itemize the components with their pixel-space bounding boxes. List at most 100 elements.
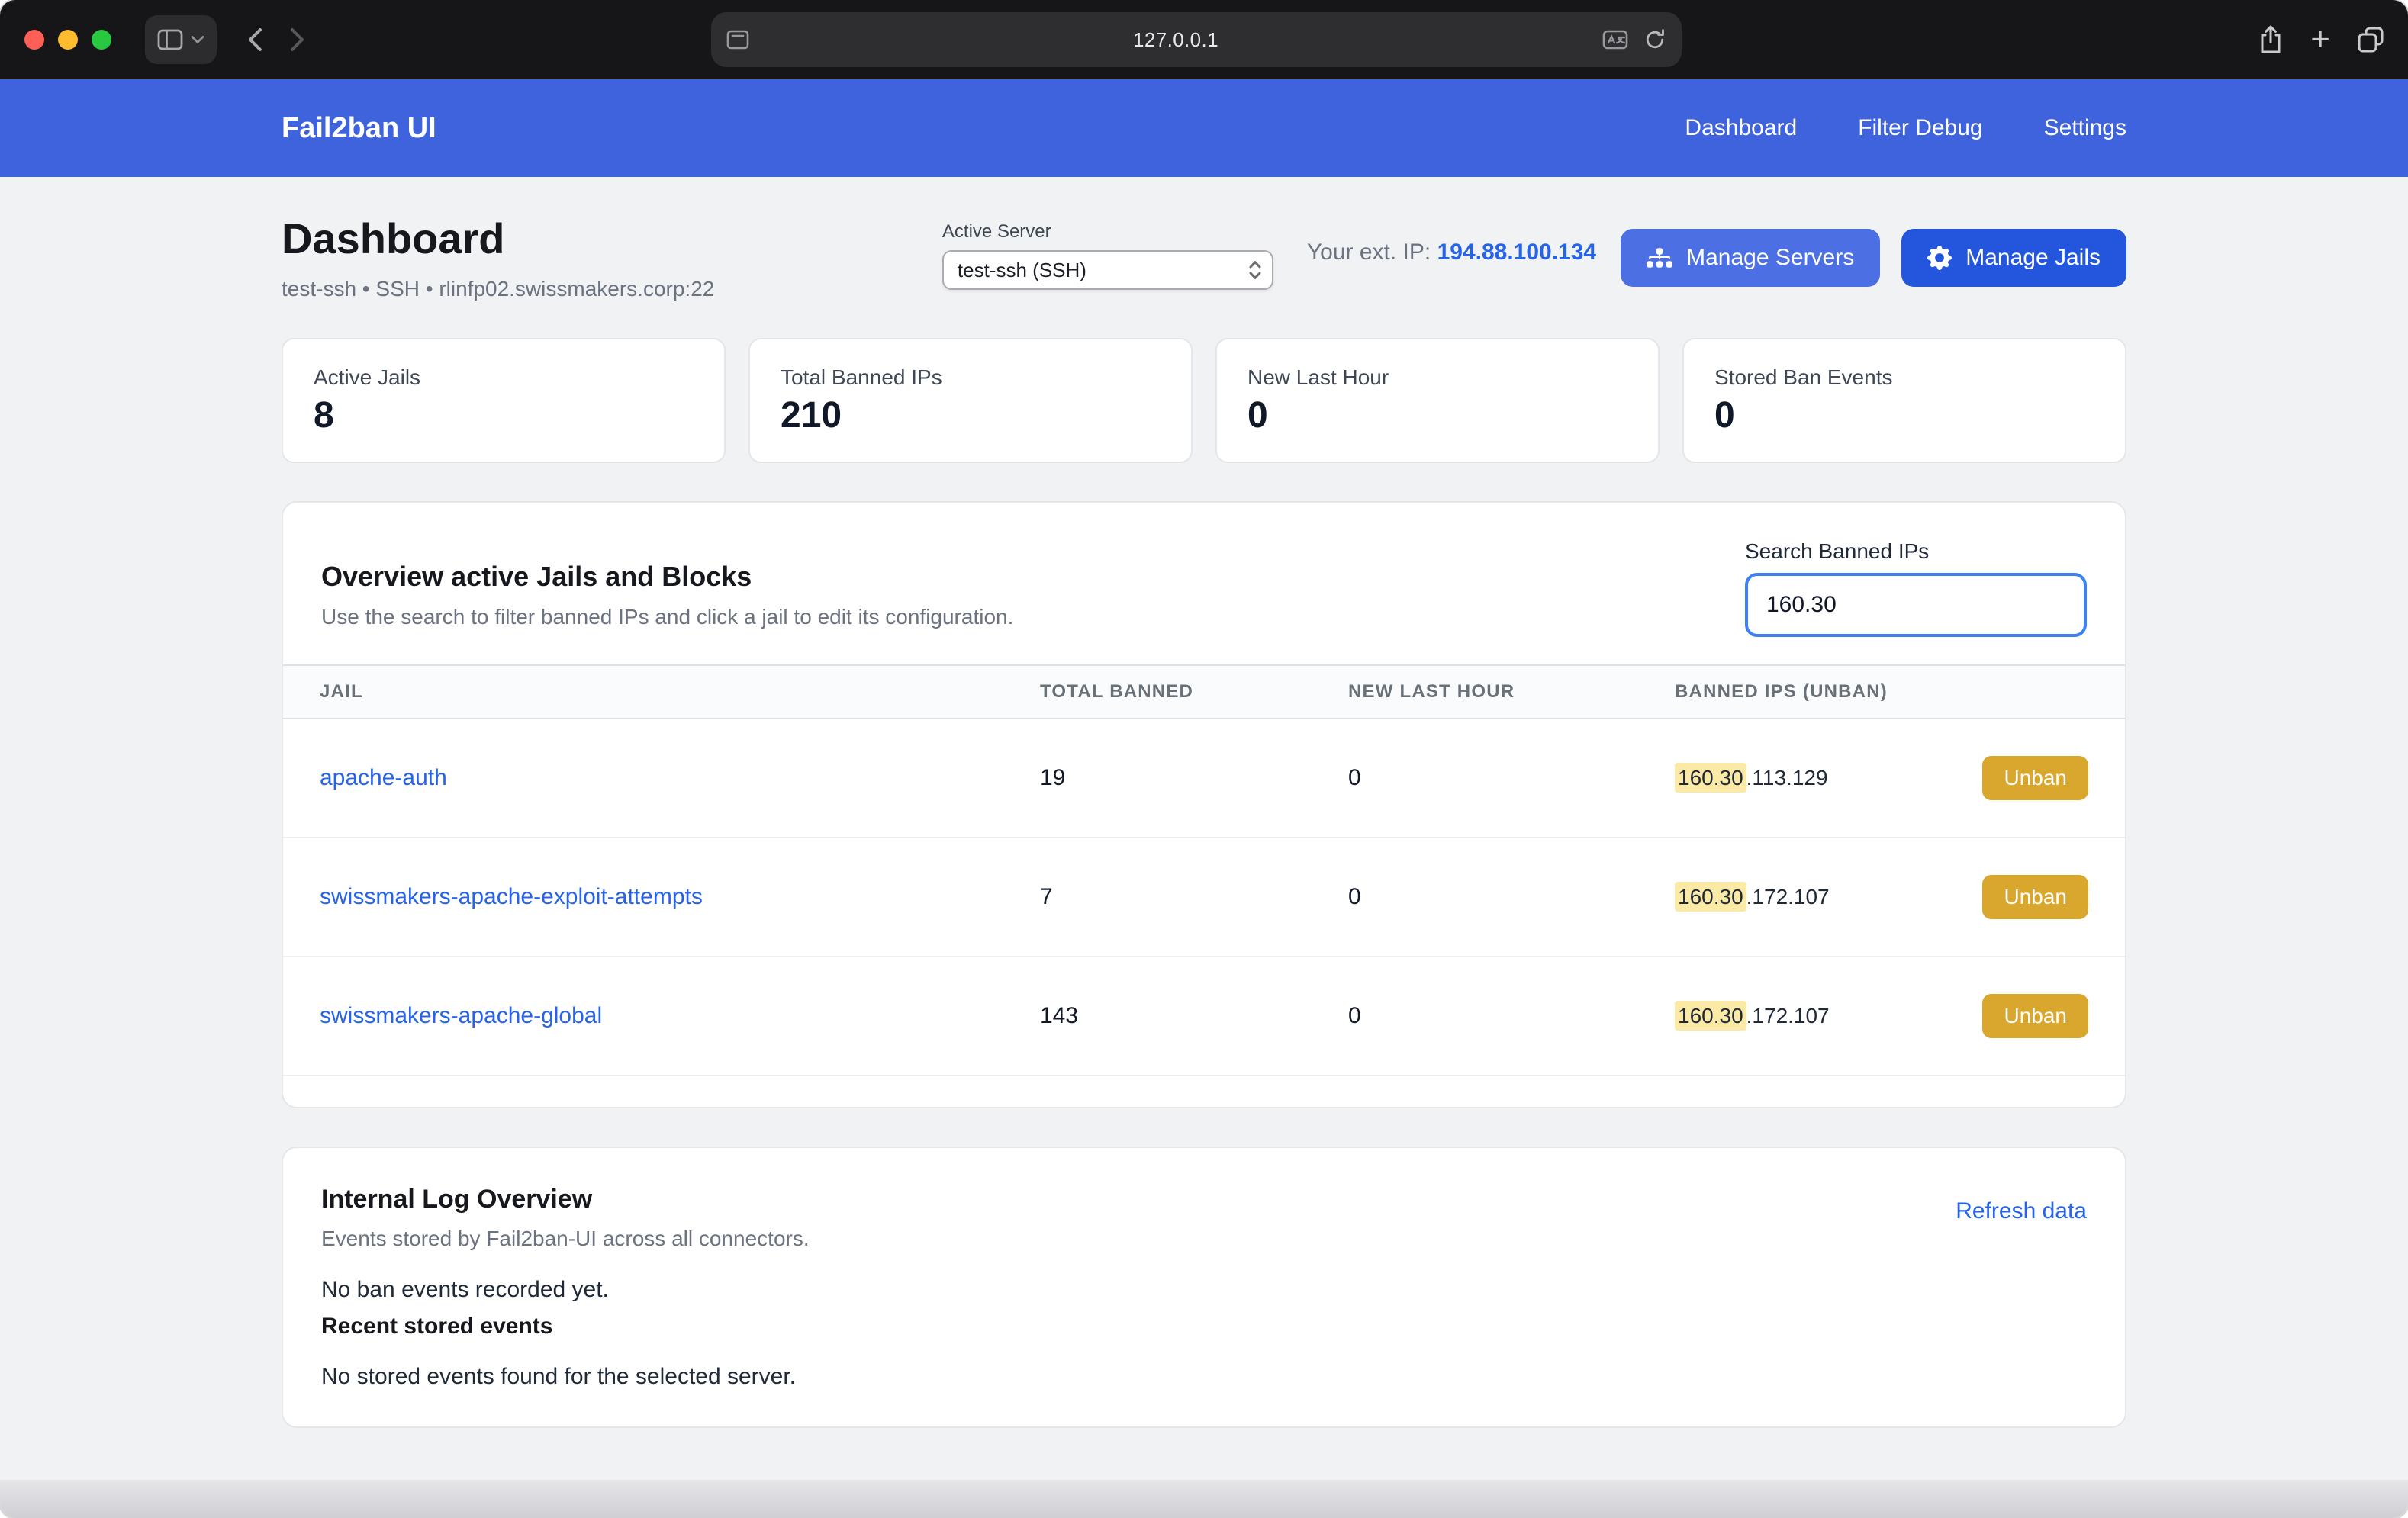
banned-ip: 160.30.113.129	[1675, 766, 1828, 790]
tab-overview-button[interactable]	[2358, 15, 2384, 64]
share-icon	[2258, 25, 2283, 54]
banned-ip: 160.30.172.107	[1675, 1004, 1830, 1028]
manage-jails-button[interactable]: Manage Jails	[1901, 229, 2126, 287]
nav-links: Dashboard Filter Debug Settings	[1685, 115, 2126, 141]
table-row: swissmakers-apache-exploit-attempts 7 0 …	[283, 838, 2125, 957]
ip-rest: .172.107	[1746, 885, 1830, 909]
stat-label: New Last Hour	[1247, 365, 1627, 390]
page-header: Dashboard test-ssh • SSH • rlinfp02.swis…	[282, 214, 2126, 301]
traffic-lights	[24, 30, 111, 50]
brand-logo[interactable]: Fail2ban UI	[282, 112, 436, 145]
header-new-last-hour: NEW LAST HOUR	[1312, 665, 1638, 719]
gear-icon	[1927, 246, 1952, 270]
stat-value: 210	[781, 394, 1161, 436]
browser-chrome: 127.0.0.1 +	[0, 0, 2408, 79]
recent-stored-events-title: Recent stored events	[321, 1314, 2087, 1340]
stat-value: 8	[314, 394, 694, 436]
page-content: Dashboard test-ssh • SSH • rlinfp02.swis…	[0, 177, 2408, 1518]
banned-ip: 160.30.172.107	[1675, 885, 1830, 909]
back-button[interactable]	[247, 15, 262, 64]
total-banned-cell: 19	[1003, 719, 1312, 838]
recent-stored-events-empty: No stored events found for the selected …	[321, 1364, 2087, 1390]
sidebar-icon	[157, 28, 183, 51]
jail-link[interactable]: swissmakers-apache-exploit-attempts	[320, 884, 703, 909]
zoom-window-button[interactable]	[92, 30, 111, 50]
manage-jails-label: Manage Jails	[1965, 245, 2101, 271]
page-subtitle: test-ssh • SSH • rlinfp02.swissmakers.co…	[282, 277, 921, 301]
header-banned-ips: BANNED IPS (UNBAN)	[1638, 665, 2125, 719]
header-total-banned: TOTAL BANNED	[1003, 665, 1312, 719]
jail-link[interactable]: apache-auth	[320, 765, 447, 790]
log-subtitle: Events stored by Fail2ban-UI across all …	[321, 1227, 810, 1251]
total-banned-cell: 143	[1003, 957, 1312, 1076]
reload-button[interactable]	[1643, 28, 1666, 51]
servers-diagram-icon	[1647, 245, 1672, 271]
new-last-hour-cell: 0	[1312, 838, 1638, 957]
jail-link[interactable]: swissmakers-apache-global	[320, 1003, 602, 1028]
forward-button[interactable]	[290, 15, 305, 64]
refresh-data-link[interactable]: Refresh data	[1956, 1198, 2087, 1224]
ip-rest: .172.107	[1746, 1004, 1830, 1028]
new-tab-button[interactable]: +	[2310, 15, 2330, 64]
stat-card-active-jails: Active Jails 8	[282, 338, 726, 463]
external-ip: Your ext. IP: 194.88.100.134	[1307, 240, 1596, 265]
manage-servers-button[interactable]: Manage Servers	[1621, 229, 1880, 287]
active-server-value: test-ssh (SSH)	[958, 259, 1247, 282]
table-header-row: JAIL TOTAL BANNED NEW LAST HOUR BANNED I…	[283, 665, 2125, 719]
stat-value: 0	[1247, 394, 1627, 436]
unban-button[interactable]: Unban	[1982, 875, 2088, 919]
stat-card-total-banned: Total Banned IPs 210	[748, 338, 1193, 463]
plus-icon: +	[2310, 23, 2330, 56]
external-ip-value: 194.88.100.134	[1437, 240, 1597, 265]
address-bar[interactable]: 127.0.0.1	[711, 12, 1682, 67]
app-navbar: Fail2ban UI Dashboard Filter Debug Setti…	[0, 79, 2408, 177]
total-banned-cell: 7	[1003, 838, 1312, 957]
external-ip-label: Your ext. IP:	[1307, 240, 1437, 265]
internal-log-card: Internal Log Overview Events stored by F…	[282, 1147, 2126, 1428]
chevron-left-icon	[247, 27, 262, 52]
stat-value: 0	[1714, 394, 2094, 436]
active-server-label: Active Server	[942, 221, 1273, 243]
table-row: apache-auth 19 0 160.30.113.129 Unban	[283, 719, 2125, 838]
stat-cards: Active Jails 8 Total Banned IPs 210 New …	[282, 338, 2126, 463]
window-bottom-edge	[0, 1480, 2408, 1518]
overview-card: Overview active Jails and Blocks Use the…	[282, 501, 2126, 1108]
ip-search-highlight: 160.30	[1675, 882, 1746, 912]
log-title: Internal Log Overview	[321, 1185, 810, 1214]
browser-window: 127.0.0.1 +	[0, 0, 2408, 1518]
header-jail: JAIL	[283, 665, 1003, 719]
sidebar-toggle-button[interactable]	[145, 15, 217, 64]
nav-link-settings[interactable]: Settings	[2044, 115, 2126, 141]
unban-button[interactable]: Unban	[1982, 994, 2088, 1038]
jails-table: JAIL TOTAL BANNED NEW LAST HOUR BANNED I…	[283, 664, 2125, 1076]
select-arrows-icon	[1247, 258, 1263, 282]
overview-title: Overview active Jails and Blocks	[321, 561, 1013, 593]
overview-subtitle: Use the search to filter banned IPs and …	[321, 605, 1013, 629]
search-banned-ips-input[interactable]	[1745, 573, 2087, 637]
table-row: swissmakers-apache-global 143 0 160.30.1…	[283, 957, 2125, 1076]
close-window-button[interactable]	[24, 30, 44, 50]
tabs-icon	[2358, 27, 2384, 53]
nav-link-filter-debug[interactable]: Filter Debug	[1858, 115, 1982, 141]
nav-link-dashboard[interactable]: Dashboard	[1685, 115, 1797, 141]
log-empty-text: No ban events recorded yet.	[321, 1277, 2087, 1303]
chevron-down-icon	[191, 35, 204, 44]
new-last-hour-cell: 0	[1312, 719, 1638, 838]
chevron-right-icon	[290, 27, 305, 52]
manage-servers-label: Manage Servers	[1686, 245, 1854, 271]
ip-search-highlight: 160.30	[1675, 1001, 1746, 1031]
minimize-window-button[interactable]	[58, 30, 78, 50]
stat-card-stored-ban-events: Stored Ban Events 0	[1682, 338, 2126, 463]
search-banned-ips-label: Search Banned IPs	[1745, 539, 2087, 564]
page-format-icon[interactable]	[726, 30, 749, 50]
ip-search-highlight: 160.30	[1675, 763, 1746, 793]
url-text: 127.0.0.1	[749, 28, 1602, 52]
share-button[interactable]	[2258, 15, 2283, 64]
active-server-select[interactable]: test-ssh (SSH)	[942, 250, 1273, 290]
page-title: Dashboard	[282, 214, 921, 263]
new-last-hour-cell: 0	[1312, 957, 1638, 1076]
ip-rest: .113.129	[1746, 766, 1828, 790]
stat-card-new-last-hour: New Last Hour 0	[1215, 338, 1660, 463]
extension-icon[interactable]	[1602, 30, 1628, 50]
unban-button[interactable]: Unban	[1982, 756, 2088, 800]
